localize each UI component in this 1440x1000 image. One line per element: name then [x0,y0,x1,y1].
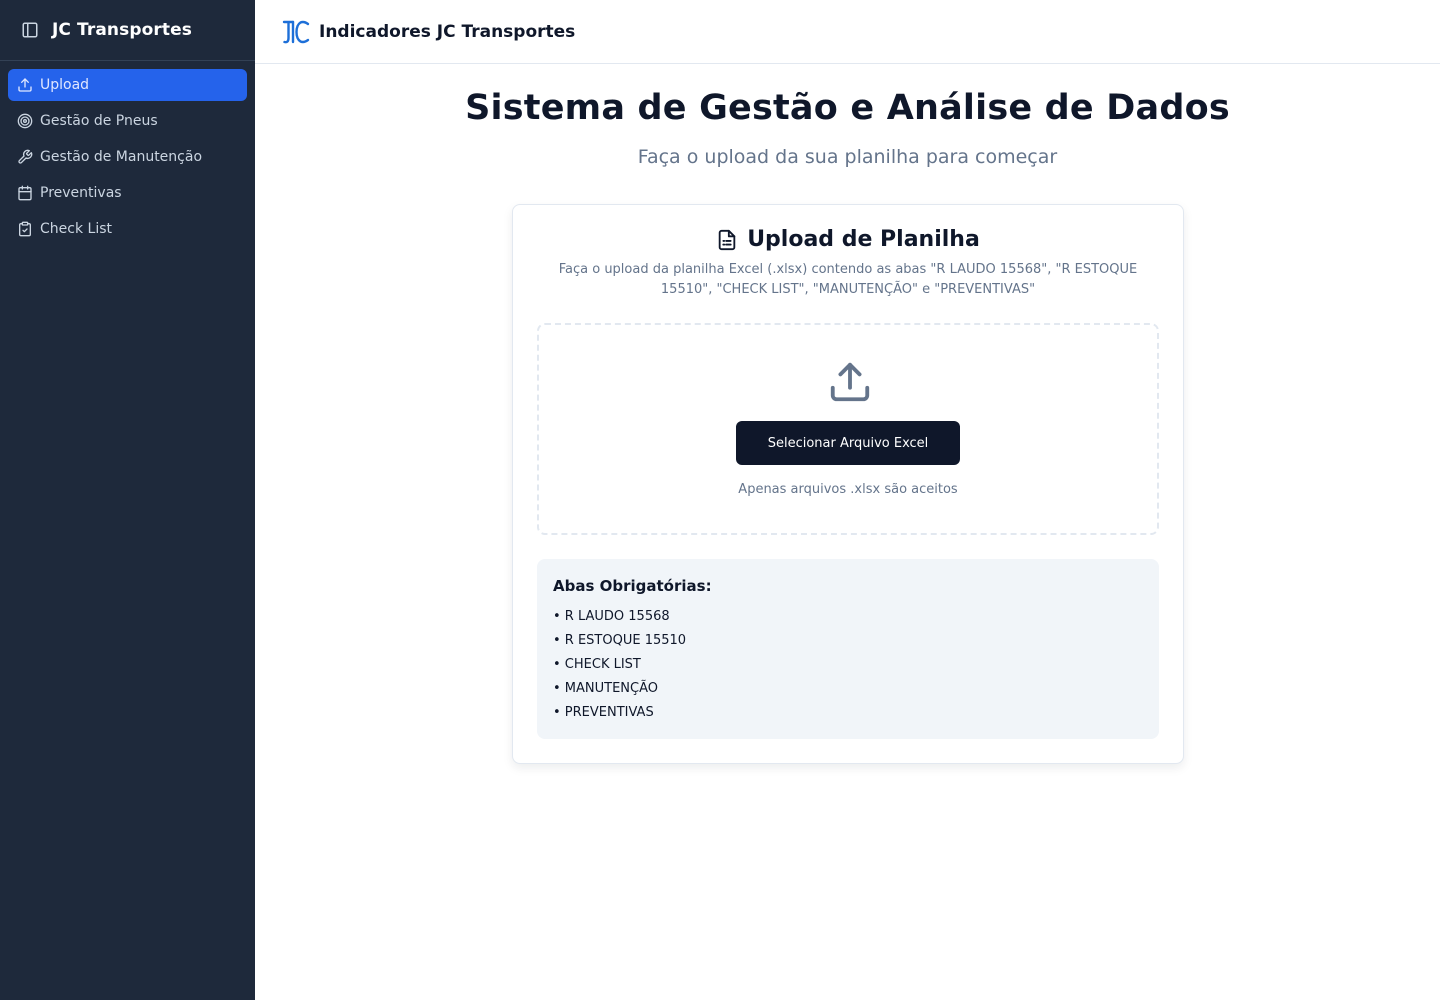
sidebar-brand: JC Transportes [52,20,192,40]
card-description: Faça o upload da planilha Excel (.xlsx) … [558,262,1138,297]
list-item: • MANUTENÇÃO [553,681,659,696]
list-item: • R ESTOQUE 15510 [553,633,687,648]
sidebar-item-gestao-manutencao[interactable]: Gestão de Manutenção [8,141,247,173]
required-tabs-list: • R LAUDO 15568 • R ESTOQUE 15510 • CHEC… [553,605,1143,725]
sidebar: JC Transportes Upload Gestão de Pneus Ge… [0,0,255,1000]
sidebar-nav: Upload Gestão de Pneus Gestão de Manuten… [0,61,255,257]
sidebar-item-label: Gestão de Pneus [40,113,158,129]
card-title: Upload de Planilha [513,227,1183,252]
upload-icon [17,77,33,93]
card-title-text: Upload de Planilha [747,227,980,252]
page-subtitle: Faça o upload da sua planilha para começ… [637,146,1058,168]
sidebar-item-preventivas[interactable]: Preventivas [8,177,247,209]
clipboard-check-icon [17,221,33,237]
sidebar-toggle-icon[interactable] [21,21,39,39]
list-item: • CHECK LIST [553,657,641,672]
sidebar-item-label: Gestão de Manutenção [40,149,203,165]
calendar-icon [17,185,33,201]
select-excel-file-button[interactable]: Selecionar Arquivo Excel [736,421,960,465]
list-item: • R LAUDO 15568 [553,609,670,624]
target-icon [17,113,33,129]
accepted-files-note: Apenas arquivos .xlsx são aceitos [738,482,958,497]
wrench-icon [17,149,33,165]
sidebar-item-check-list[interactable]: Check List [8,213,247,245]
main-content: Sistema de Gestão e Análise de Dados Faç… [255,64,1440,1000]
sidebar-item-label: Check List [40,221,112,237]
sidebar-item-upload[interactable]: Upload [8,69,247,101]
jc-logo-icon [282,18,310,46]
sidebar-header: JC Transportes [0,0,255,61]
page-title: Sistema de Gestão e Análise de Dados [465,88,1230,128]
upload-icon [827,359,873,405]
required-tabs-box: Abas Obrigatórias: • R LAUDO 15568 • R E… [537,559,1159,739]
file-dropzone[interactable]: Selecionar Arquivo Excel Apenas arquivos… [537,323,1159,535]
top-bar: Indicadores JC Transportes [255,0,1440,64]
file-text-icon [716,229,738,251]
list-item: • PREVENTIVAS [553,705,654,720]
sidebar-item-gestao-pneus[interactable]: Gestão de Pneus [8,105,247,137]
upload-card: Upload de Planilha Faça o upload da plan… [512,204,1184,764]
sidebar-item-label: Upload [40,77,90,93]
sidebar-item-label: Preventivas [40,185,122,201]
header-title: Indicadores JC Transportes [319,21,576,42]
required-tabs-title: Abas Obrigatórias: [553,577,712,595]
